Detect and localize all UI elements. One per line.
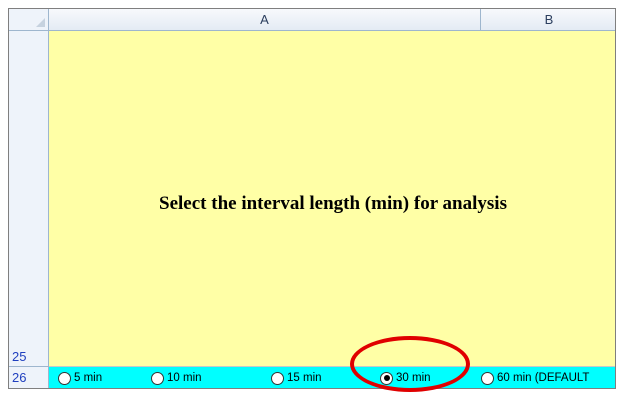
radio-30-min[interactable]: 30 min	[380, 370, 431, 386]
radio-unchecked-icon	[58, 371, 71, 385]
radio-label: 10 min	[167, 372, 202, 384]
radio-60-min-default[interactable]: 60 min (DEFAULT	[481, 370, 589, 386]
radio-unchecked-icon	[271, 371, 284, 385]
spreadsheet-grid: A B 25 26 Select the interval length (mi…	[8, 8, 616, 389]
radio-10-min[interactable]: 10 min	[151, 370, 202, 386]
select-all-corner[interactable]	[9, 9, 49, 31]
select-all-triangle-icon	[36, 18, 45, 27]
interval-radio-group: 5 min 10 min 15 min 30 min 60 min (DEFAU…	[49, 367, 615, 388]
interval-options-row: 5 min 10 min 15 min 30 min 60 min (DEFAU…	[49, 367, 615, 388]
prompt-text: Select the interval length (min) for ana…	[159, 193, 507, 214]
row-header-25[interactable]: 25	[9, 31, 49, 367]
radio-label: 60 min (DEFAULT	[497, 372, 590, 384]
radio-label: 30 min	[396, 372, 431, 384]
radio-unchecked-icon	[151, 371, 164, 385]
column-header-a[interactable]: A	[49, 9, 481, 31]
radio-unchecked-icon	[481, 371, 494, 385]
column-header-b[interactable]: B	[481, 9, 615, 31]
radio-5-min[interactable]: 5 min	[58, 370, 102, 386]
radio-15-min[interactable]: 15 min	[271, 370, 322, 386]
prompt-cell[interactable]: Select the interval length (min) for ana…	[49, 31, 615, 367]
row-header-26[interactable]: 26	[9, 367, 49, 388]
radio-label: 15 min	[287, 372, 322, 384]
row-number-25: 25	[12, 349, 27, 364]
radio-label: 5 min	[74, 372, 103, 384]
radio-checked-icon	[380, 371, 393, 385]
